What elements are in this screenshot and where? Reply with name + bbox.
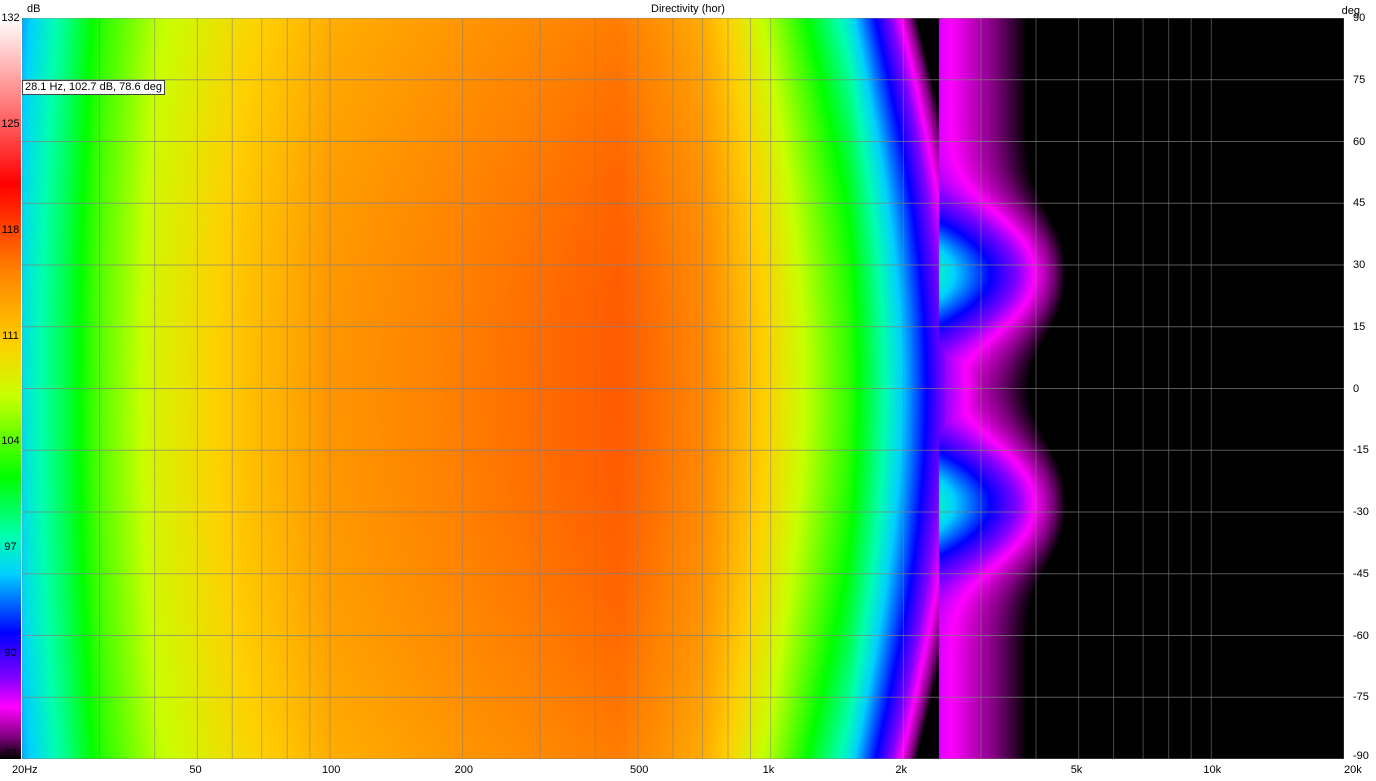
chart-title: Directivity (hor) xyxy=(651,3,725,15)
y-tick-label: 60 xyxy=(1353,135,1366,148)
colorbar-tick-label: 111 xyxy=(2,329,19,342)
y-tick-label: 90 xyxy=(1353,12,1366,24)
colorbar-tick-label: 83 xyxy=(4,747,17,759)
x-tick-label: 50 xyxy=(189,764,202,776)
colorbar-tick-label: 97 xyxy=(4,541,17,554)
y-tick-label: 45 xyxy=(1353,197,1366,210)
y-tick-label: -75 xyxy=(1353,691,1369,704)
colorbar-tick-label: 125 xyxy=(1,117,20,130)
y-tick-label: -15 xyxy=(1353,444,1369,457)
colorbar: 132 125 118 111 104 97 90 83 xyxy=(0,12,21,759)
colorbar-tick-label: 118 xyxy=(1,223,20,236)
y-tick-label: 0 xyxy=(1353,382,1360,395)
y-tick-label: -45 xyxy=(1353,567,1369,580)
y-tick-label: 75 xyxy=(1353,73,1366,86)
y-tick-label: -90 xyxy=(1353,750,1369,762)
title-bar: dB Directivity (hor) deg xyxy=(0,0,1376,18)
y-tick-label: 15 xyxy=(1353,320,1366,333)
x-tick-label: 10k xyxy=(1203,764,1222,776)
grid-overlay xyxy=(22,18,1344,759)
y-tick-label: -60 xyxy=(1353,629,1369,642)
x-tick-label: 200 xyxy=(454,764,474,776)
x-tick-label: 2k xyxy=(895,764,907,776)
cursor-readout: 28.1 Hz, 102.7 dB, 78.6 deg xyxy=(22,80,165,95)
colorbar-tick-label: 90 xyxy=(4,647,17,660)
colorbar-tick-label: 132 xyxy=(1,12,20,24)
x-tick-label: 1k xyxy=(762,764,775,776)
x-tick-label: 5k xyxy=(1070,764,1083,776)
y-tick-label: -30 xyxy=(1353,506,1369,518)
x-tick-label: 100 xyxy=(322,764,341,776)
x-tick-label: 20k xyxy=(1344,764,1362,776)
x-tick-label: 20Hz xyxy=(12,764,38,776)
x-tick-label: 500 xyxy=(630,764,649,776)
y-tick-label: 30 xyxy=(1353,259,1366,271)
plot-area[interactable] xyxy=(22,18,1344,759)
colorbar-tick-label: 104 xyxy=(1,435,20,448)
